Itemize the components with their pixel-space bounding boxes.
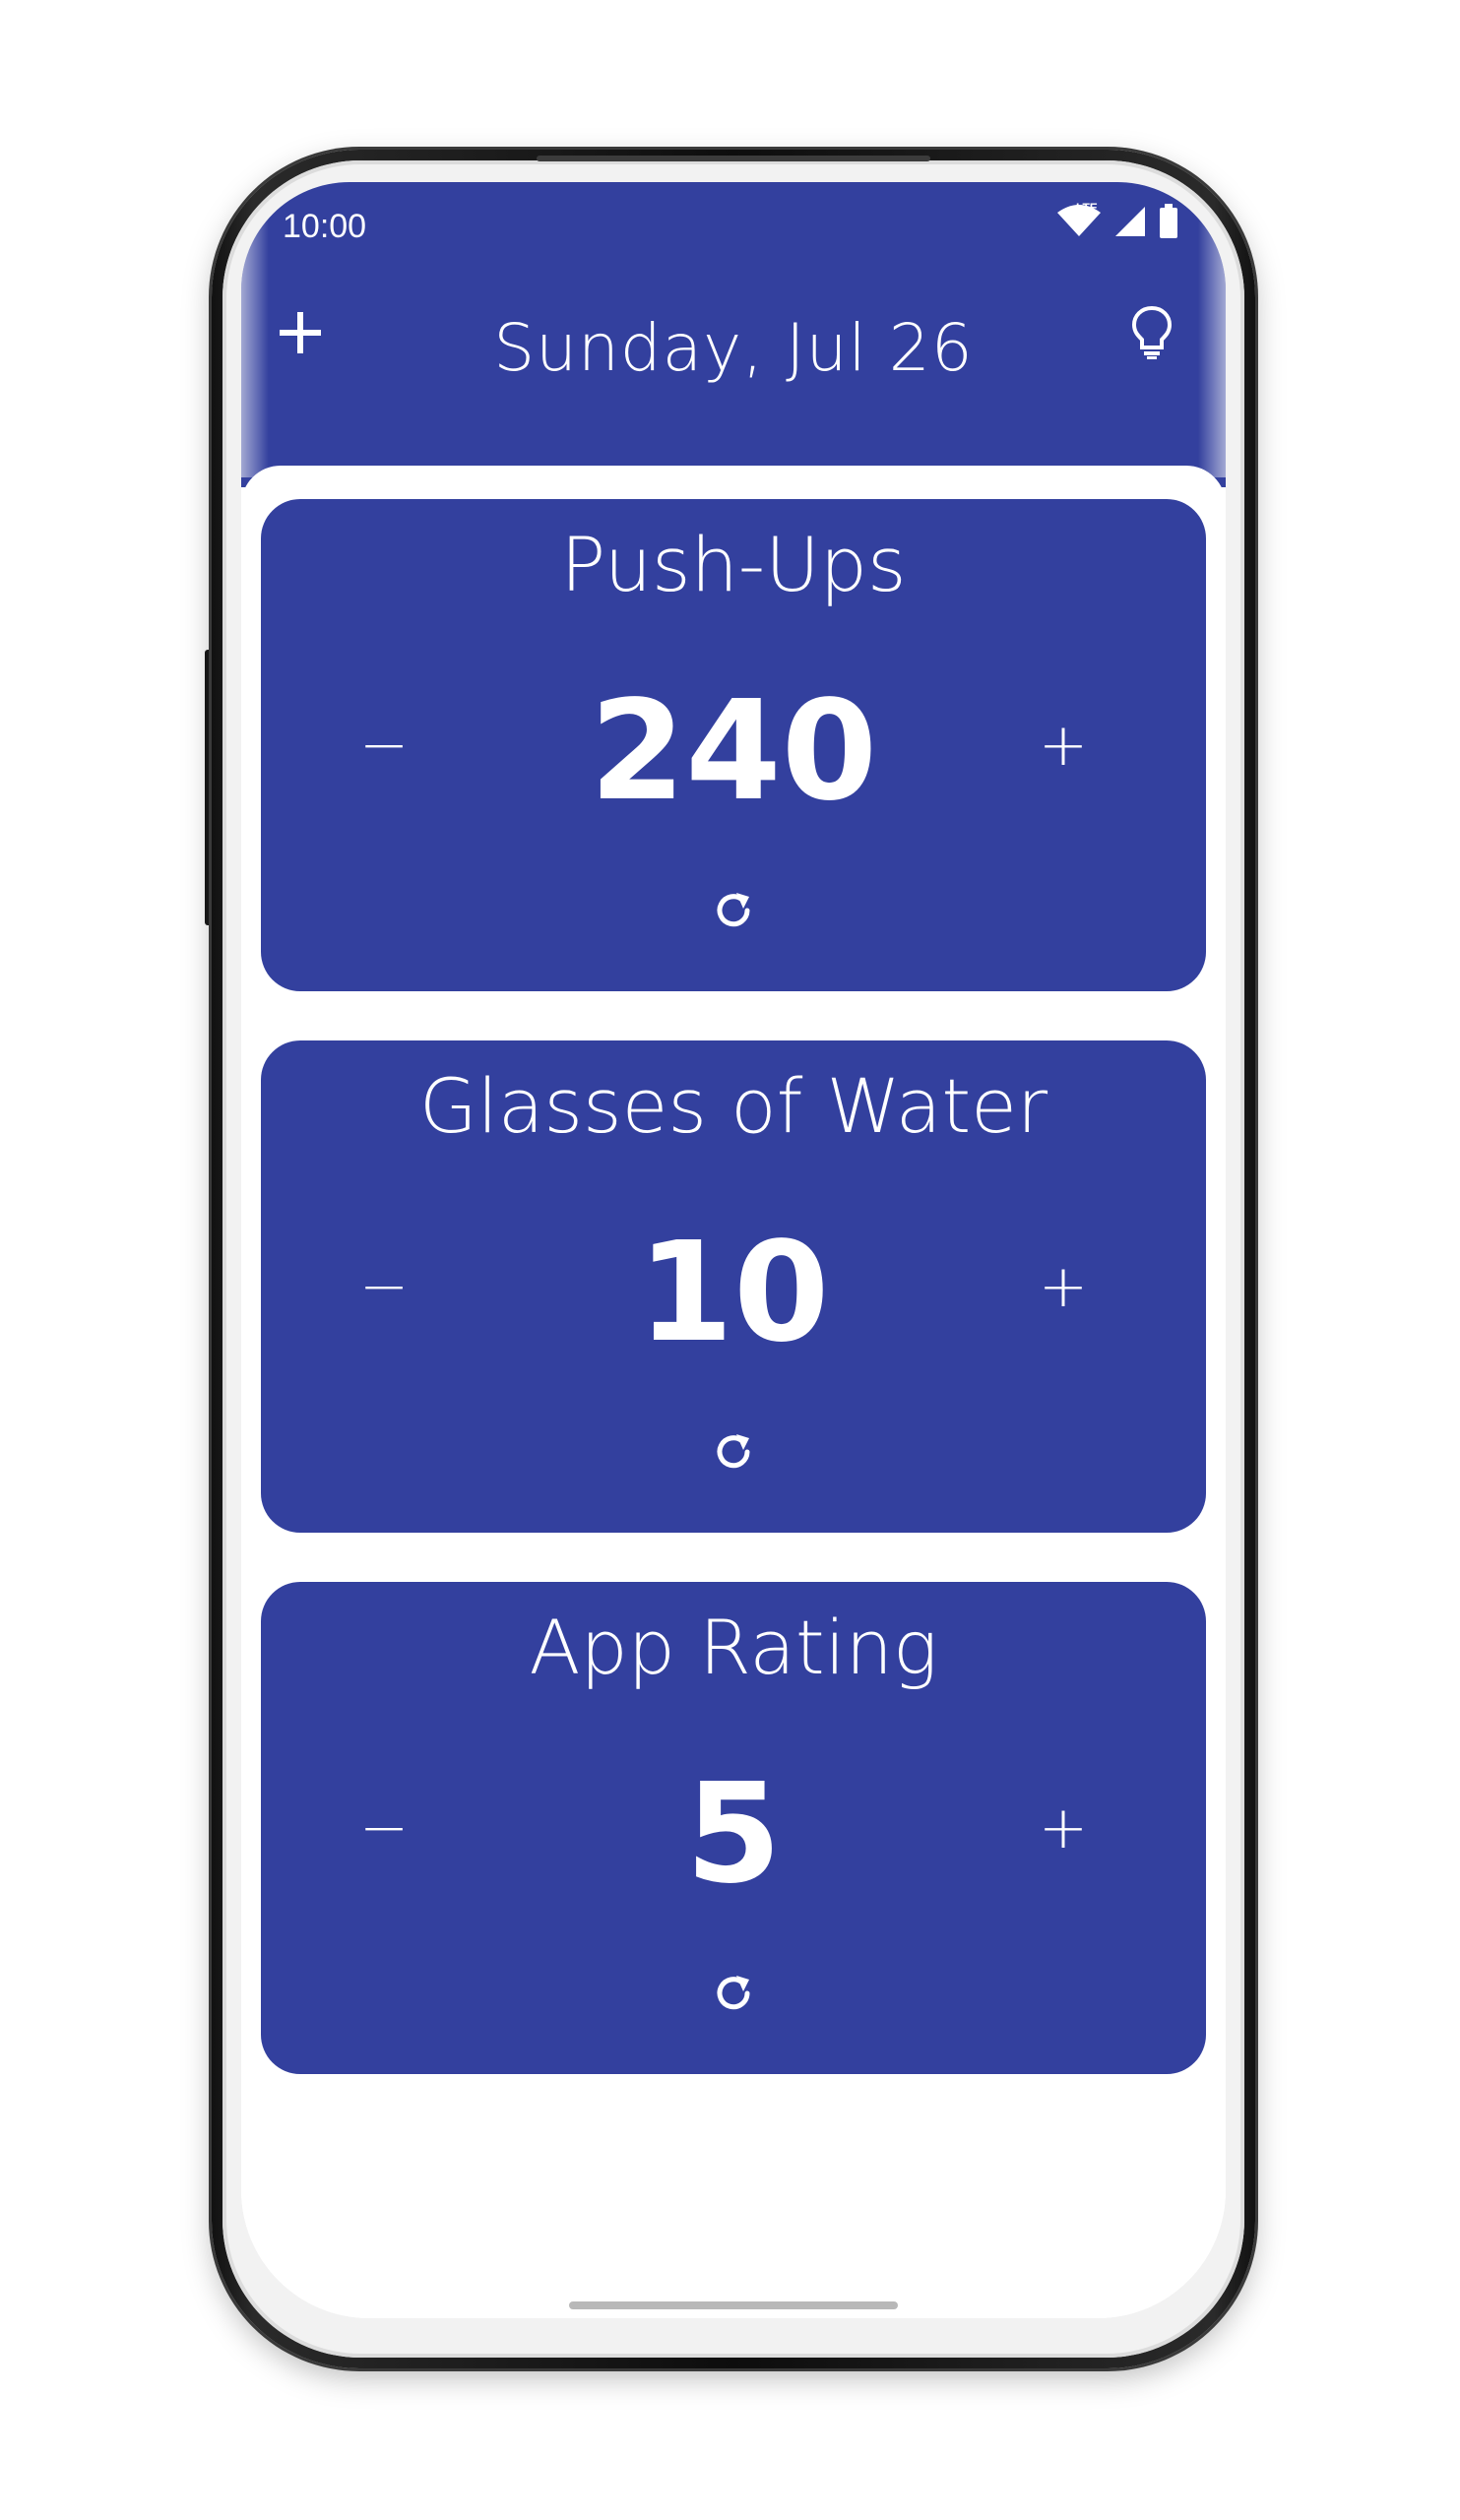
counter-card: Push-Ups − 240 +: [261, 499, 1206, 991]
counter-value: 10: [637, 1213, 830, 1373]
increment-button[interactable]: +: [1014, 1237, 1112, 1336]
lightbulb-icon: [1130, 304, 1174, 365]
reset-button[interactable]: [694, 1956, 773, 2035]
counter-card: App Rating − 5 +: [261, 1582, 1206, 2074]
decrement-button[interactable]: −: [335, 1779, 433, 1877]
date-title: Sunday, Jul 26: [493, 310, 974, 386]
refresh-icon: [712, 1430, 755, 1478]
counter-card: Glasses of Water − 10 +: [261, 1040, 1206, 1533]
reset-button[interactable]: [694, 1415, 773, 1493]
earpiece: [537, 156, 930, 161]
status-icons: LTE: [1056, 201, 1178, 243]
counter-list: Push-Ups − 240 + Glasses of Water − 10 +…: [241, 466, 1226, 2318]
counter-title: Glasses of Water: [418, 1062, 1048, 1150]
app-screen: 10:00 LTE Sunday, Jul 26 Push-Ups − 240 …: [241, 182, 1226, 2318]
app-header: 10:00 LTE Sunday, Jul 26: [241, 182, 1226, 487]
refresh-icon: [712, 1972, 755, 2019]
device-mockup: 10:00 LTE Sunday, Jul 26 Push-Ups − 240 …: [0, 0, 1460, 2520]
theme-toggle-button[interactable]: [1112, 295, 1191, 374]
counter-value: 5: [685, 1754, 782, 1915]
signal-icon: LTE: [1076, 201, 1147, 242]
refresh-icon: [712, 889, 755, 936]
status-time: 10:00: [283, 208, 367, 245]
counter-title: App Rating: [529, 1604, 938, 1691]
increment-button[interactable]: +: [1014, 696, 1112, 794]
battery-icon: [1159, 204, 1178, 243]
counter-title: Push-Ups: [560, 521, 907, 608]
reset-button[interactable]: [694, 873, 773, 952]
counter-value: 240: [589, 671, 878, 832]
increment-button[interactable]: +: [1014, 1779, 1112, 1877]
gesture-nav-handle[interactable]: [569, 2301, 898, 2309]
decrement-button[interactable]: −: [335, 1237, 433, 1336]
decrement-button[interactable]: −: [335, 696, 433, 794]
network-type-label: LTE: [1076, 201, 1098, 215]
